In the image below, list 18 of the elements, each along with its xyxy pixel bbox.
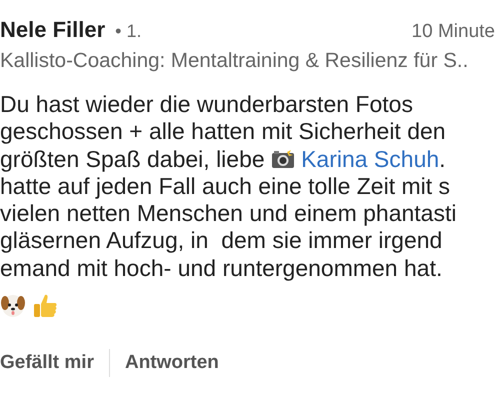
camera-icon <box>271 148 296 170</box>
comment-text: . <box>439 146 446 173</box>
mention-link[interactable]: Karina Schuh <box>301 146 440 173</box>
comment-text: Du hast wieder die wunderbarsten Fotos <box>0 91 413 118</box>
author-headline: Kallisto-Coaching: Mentaltraining & Resilienz für S.. <box>0 49 470 73</box>
comment-text: geschossen + alle hatten mit Sicherheit den <box>0 118 446 146</box>
reply-button[interactable]: Antworten <box>124 352 219 374</box>
comment-text: gläsernen Aufzug, in dem sie immer irgend <box>0 227 442 255</box>
connection-degree: • 1. <box>115 21 142 42</box>
timestamp: 10 Minute <box>412 21 495 43</box>
thumbs-up-icon <box>32 292 58 319</box>
like-button[interactable]: Gefällt mir <box>0 352 94 374</box>
comment-text: hatte auf jeden Fall auch eine tolle Zeit mit s <box>0 172 450 200</box>
comment-text: größten Spaß dabei, liebe <box>0 146 266 173</box>
comment-text: emand mit hoch- und runtergenommen hat. <box>0 254 442 282</box>
dog-face-icon <box>0 292 26 319</box>
comment-text: vielen netten Menschen und einem phantasti <box>0 200 456 228</box>
author-name[interactable]: Nele Filler <box>0 17 106 43</box>
